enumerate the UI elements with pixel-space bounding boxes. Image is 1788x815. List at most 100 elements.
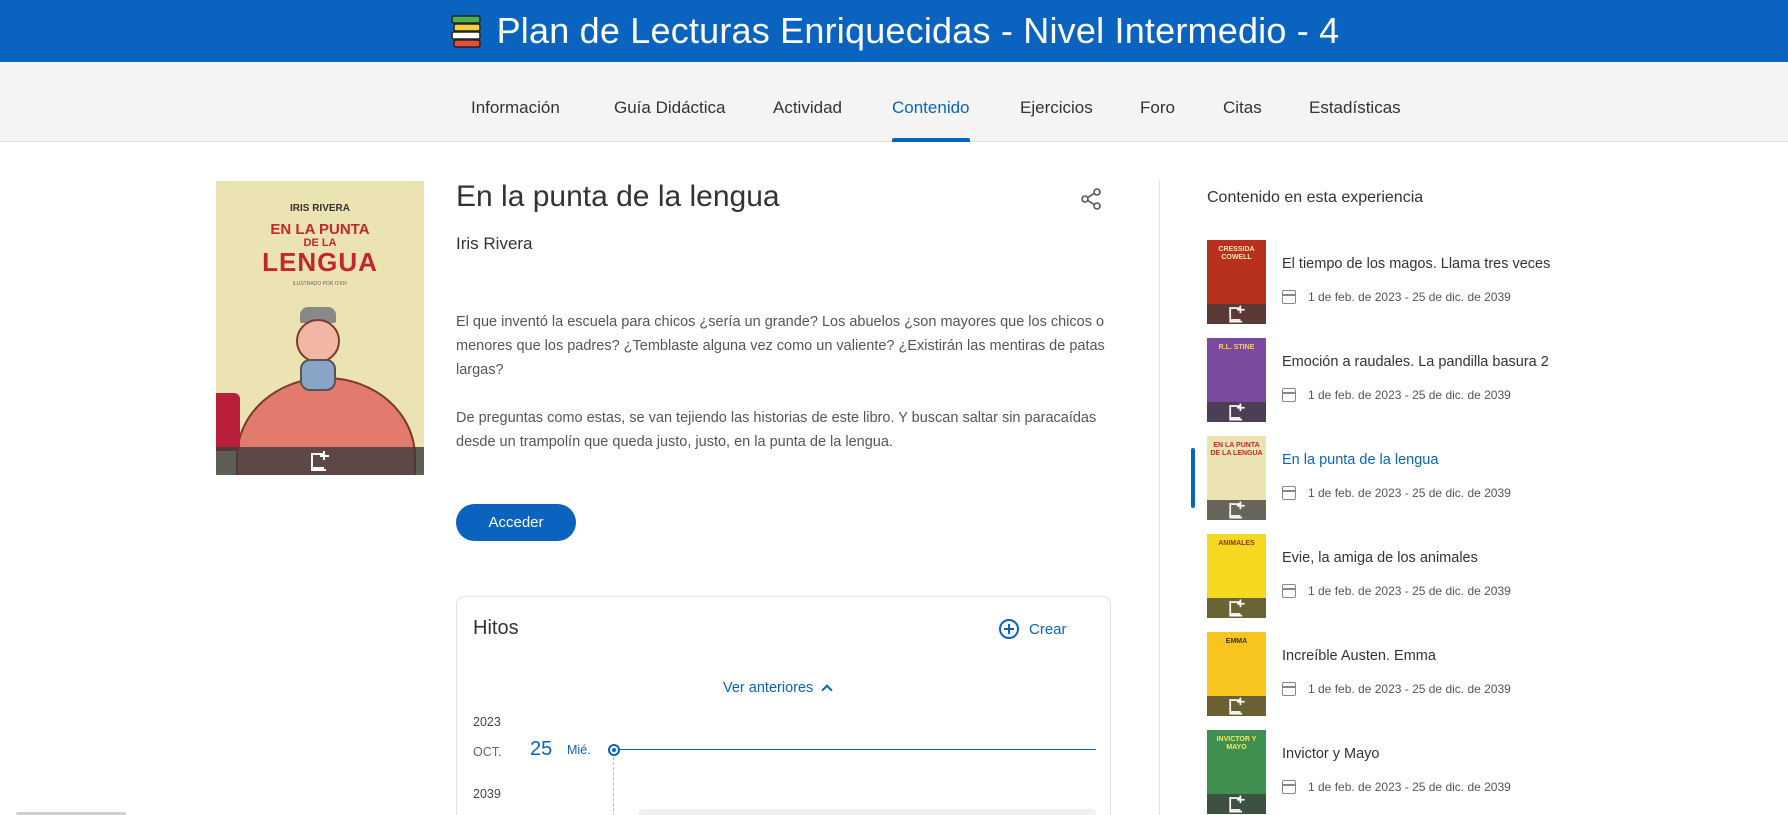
thumbnail-title: EMMA (1225, 638, 1248, 645)
thumbnail-title: CRESSIDA COWELL (1218, 246, 1255, 261)
sidebar-content-item[interactable]: ANIMALES Evie, la amiga de los animales … (1207, 534, 1577, 618)
sidebar-content-item[interactable]: EN LA PUNTA DE LA LENGUA En la punta de … (1207, 436, 1577, 520)
header-title-wrap: Plan de Lecturas Enriquecidas - Nivel In… (449, 10, 1340, 52)
cover-read-bar (216, 447, 424, 475)
thumbnail-read-bar (1207, 304, 1266, 324)
read-plus-icon (1228, 697, 1245, 715)
book-cover[interactable]: IRIS RIVERA EN LA PUNTA DE LA LENGUA ILU… (216, 181, 424, 475)
sidebar-content-item[interactable]: EMMA Increíble Austen. Emma 1 de feb. de… (1207, 632, 1577, 716)
milestones-title: Hitos (473, 617, 519, 639)
cover-title-line1: EN LA PUNTA (270, 221, 370, 238)
milestone-year: 2023 (473, 715, 501, 729)
create-milestone-button[interactable]: Crear (999, 619, 1067, 639)
thumbnail-read-bar (1207, 598, 1266, 618)
cover-publisher-tab (216, 393, 240, 451)
milestones-card: Hitos Crear Ver anteriores 2023 OCT. 25 … (456, 596, 1111, 815)
tab-estadisticas[interactable]: Estadísticas (1309, 62, 1401, 142)
content-thumbnail: CRESSIDA COWELL (1207, 240, 1266, 324)
tab-ejercicios[interactable]: Ejercicios (1020, 62, 1093, 142)
cover-figure-head (296, 319, 340, 363)
date-range-text: 1 de feb. de 2023 - 25 de dic. de 2039 (1308, 584, 1511, 598)
tab-actividad[interactable]: Actividad (773, 62, 842, 142)
content-thumbnail: EMMA (1207, 632, 1266, 716)
share-icon[interactable] (1079, 187, 1103, 211)
calendar-icon (1282, 290, 1296, 304)
calendar-icon (1282, 584, 1296, 598)
create-label: Crear (1029, 620, 1067, 638)
thumbnail-read-bar (1207, 794, 1266, 814)
thumbnail-read-bar (1207, 696, 1266, 716)
tab-informacion[interactable]: Información (471, 62, 560, 142)
read-plus-icon (310, 451, 330, 471)
book-title: En la punta de la lengua (456, 180, 780, 213)
content-date-range: 1 de feb. de 2023 - 25 de dic. de 2039 (1282, 486, 1511, 500)
thumbnail-read-bar (1207, 402, 1266, 422)
tab-guia-didactica[interactable]: Guía Didáctica (614, 62, 726, 142)
column-divider (1159, 180, 1160, 815)
content-title: Increíble Austen. Emma (1282, 648, 1436, 664)
book-author: Iris Rivera (456, 234, 533, 253)
content-date-range: 1 de feb. de 2023 - 25 de dic. de 2039 (1282, 388, 1511, 402)
read-plus-icon (1228, 795, 1245, 813)
description-paragraph-2: De preguntas como estas, se van tejiendo… (456, 410, 1097, 450)
content-title: Invictor y Mayo (1282, 746, 1380, 762)
tab-citas[interactable]: Citas (1223, 62, 1262, 142)
thumbnail-title: EN LA PUNTA DE LA LENGUA (1210, 442, 1263, 457)
thumbnail-title: ANIMALES (1218, 540, 1255, 547)
cover-figure-body (300, 359, 336, 391)
date-range-text: 1 de feb. de 2023 - 25 de dic. de 2039 (1308, 388, 1511, 402)
calendar-icon (1282, 780, 1296, 794)
page-title: Plan de Lecturas Enriquecidas - Nivel In… (496, 10, 1340, 51)
chevron-up-icon (821, 684, 833, 696)
timeline-vertical-dash (613, 757, 614, 815)
read-plus-icon (1228, 599, 1245, 617)
sidebar-title: Contenido en esta experiencia (1207, 189, 1424, 206)
sidebar-content-item[interactable]: INVICTOR Y MAYO Invictor y Mayo 1 de feb… (1207, 730, 1577, 814)
thumbnail-title: INVICTOR Y MAYO (1216, 736, 1257, 751)
sidebar-content-item[interactable]: CRESSIDA COWELL El tiempo de los magos. … (1207, 240, 1577, 324)
calendar-icon (1282, 682, 1296, 696)
tab-foro[interactable]: Foro (1140, 62, 1175, 142)
description-paragraph-1: El que inventó la escuela para chicos ¿s… (456, 314, 1105, 378)
app-header: Plan de Lecturas Enriquecidas - Nivel In… (0, 0, 1788, 62)
timeline-dot (608, 744, 620, 756)
date-range-text: 1 de feb. de 2023 - 25 de dic. de 2039 (1308, 780, 1511, 794)
milestone-weekday: Mié. (567, 743, 591, 757)
timeline-line (620, 749, 1096, 750)
tab-contenido[interactable]: Contenido (892, 62, 970, 142)
cover-author: IRIS RIVERA (289, 203, 350, 214)
content-title: Evie, la amiga de los animales (1282, 550, 1478, 566)
thumbnail-read-bar (1207, 500, 1266, 520)
content-thumbnail: INVICTOR Y MAYO (1207, 730, 1266, 814)
tab-bar: Información Guía Didáctica Actividad Con… (0, 62, 1788, 142)
content-title: Emoción a raudales. La pandilla basura 2 (1282, 354, 1549, 370)
cover-title-line3: LENGUA (262, 247, 378, 277)
book-description: El que inventó la escuela para chicos ¿s… (456, 310, 1111, 454)
content-date-range: 1 de feb. de 2023 - 25 de dic. de 2039 (1282, 780, 1511, 794)
milestone-placeholder (639, 809, 1096, 815)
milestone-year-end: 2039 (473, 787, 501, 801)
thumbnail-title: R.L. STINE (1218, 344, 1255, 351)
read-plus-icon (1228, 403, 1245, 421)
content-thumbnail: ANIMALES (1207, 534, 1266, 618)
content-title: El tiempo de los magos. Llama tres veces (1282, 256, 1551, 272)
calendar-icon (1282, 388, 1296, 402)
date-range-text: 1 de feb. de 2023 - 25 de dic. de 2039 (1308, 486, 1511, 500)
access-button[interactable]: Acceder (456, 504, 576, 541)
content-thumbnail: EN LA PUNTA DE LA LENGUA (1207, 436, 1266, 520)
milestone-month: OCT. (473, 745, 502, 759)
plus-circle-icon (999, 619, 1019, 639)
books-stack-icon (450, 15, 481, 48)
date-range-text: 1 de feb. de 2023 - 25 de dic. de 2039 (1308, 290, 1511, 304)
read-plus-icon (1228, 305, 1245, 323)
content-thumbnail: R.L. STINE (1207, 338, 1266, 422)
active-item-marker (1191, 448, 1195, 508)
content-date-range: 1 de feb. de 2023 - 25 de dic. de 2039 (1282, 290, 1511, 304)
cover-illustrator: ILUSTRADO POR O'KIF (292, 281, 348, 287)
sidebar-content-item[interactable]: R.L. STINE Emoción a raudales. La pandil… (1207, 338, 1577, 422)
see-previous-button[interactable]: Ver anteriores (723, 680, 833, 696)
calendar-icon (1282, 486, 1296, 500)
see-previous-label: Ver anteriores (723, 680, 814, 696)
read-plus-icon (1228, 501, 1245, 519)
content-date-range: 1 de feb. de 2023 - 25 de dic. de 2039 (1282, 584, 1511, 598)
